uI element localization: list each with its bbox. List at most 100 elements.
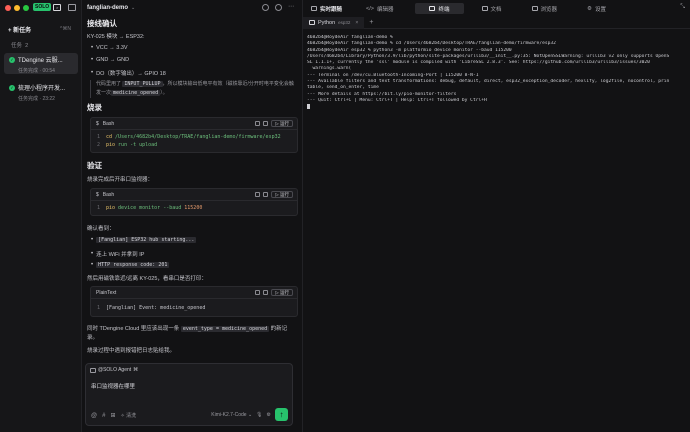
section-title-verify: 验证 xyxy=(87,161,102,170)
code-command: cd xyxy=(106,134,113,140)
list-item: GND → GND xyxy=(91,57,129,63)
code-command: pio xyxy=(106,142,116,148)
agent-switch-icon[interactable]: ⌘ xyxy=(133,367,138,373)
zoom-window-button[interactable] xyxy=(23,5,29,11)
agent-tag[interactable]: @SOLO Agent ⌘ xyxy=(90,367,138,373)
tab-terminal[interactable]: 终端 xyxy=(415,3,464,14)
inline-code: [Fanglian] ESP32 hub starting... xyxy=(96,237,197,243)
message-composer[interactable]: @SOLO Agent ⌘ 串口监视器在哪里 @ # ⊞ ✧ 清洗 Kimi-K… xyxy=(85,363,293,426)
inline-code: HTTP response code: 201 xyxy=(96,262,170,268)
task-title: TDengine 云服... xyxy=(18,58,63,64)
share-icon[interactable] xyxy=(275,4,282,11)
tab-browser[interactable]: 浏览器 xyxy=(524,3,566,14)
insert-icon[interactable] xyxy=(263,192,269,197)
close-icon[interactable]: × xyxy=(355,20,358,26)
mapping-line: KY-025 模块 → ESP32: xyxy=(87,34,145,40)
sync-text-part: 同时 TDengine Cloud 里应该出现一条 xyxy=(87,326,180,332)
chat-panel: fanglian-demo ⌄ ⋯ 接线确认 KY-025 模块 → ESP32… xyxy=(82,0,303,432)
task-item[interactable]: ✓ 梳理小程序开发... 任务完成 · 23:22 xyxy=(4,81,78,102)
run-label: 运行 xyxy=(280,192,289,197)
terminal-icon xyxy=(429,6,436,11)
task-item[interactable]: ✓ TDengine 云服... 任务完成 · 00:54 xyxy=(4,53,78,74)
terminal-tab[interactable]: Python esp32 × xyxy=(303,16,365,29)
copy-icon[interactable] xyxy=(255,290,261,295)
line-number: 1 xyxy=(96,134,100,140)
tab-docs[interactable]: 文档 xyxy=(474,3,510,14)
run-button[interactable]: ▷ 运行 xyxy=(271,289,293,296)
list-item: DO（数字输出）→ GPIO 18 xyxy=(91,69,166,77)
should-see-label: 确认看到： xyxy=(87,226,115,232)
code-block: $ Bash ▷ 运行 1 cd /Users/4682b4/Desktop/TR… xyxy=(90,117,298,153)
task-count: 任务 2 xyxy=(11,41,28,49)
terminal-tabs: Python esp32 × + xyxy=(303,16,690,29)
sync-text: 同时 TDengine Cloud 里应该出现一条 event_type = m… xyxy=(87,324,287,332)
terminal-output[interactable]: 4682b4@RoydeAir fanglian-demo % 4682b4@R… xyxy=(307,35,687,111)
terminal-cursor-line xyxy=(307,104,687,110)
code-number: 115200 xyxy=(184,205,203,211)
workspace-panel: 实时跟随 </> 编辑器 终端 文档 浏览器 ⚙ 设置 ⤡ Python esp32… xyxy=(303,0,690,432)
tab-follow[interactable]: 实时跟随 xyxy=(303,3,350,14)
insert-icon[interactable] xyxy=(263,121,269,126)
window-controls xyxy=(5,5,29,11)
terminal-icon: $ xyxy=(96,120,99,127)
send-button[interactable]: ↑ xyxy=(275,408,288,421)
agent-name: @SOLO Agent xyxy=(98,367,132,373)
run-label: 运行 xyxy=(280,121,289,126)
code-icon: </> xyxy=(366,5,374,12)
task-title: 梳理小程序开发... xyxy=(18,86,66,92)
model-name: Kimi-K2.7-Code xyxy=(211,411,247,418)
add-terminal-icon[interactable]: + xyxy=(369,19,373,26)
terminal-line: SL 1.1.1+, currently the 'ssl' module is… xyxy=(307,60,650,66)
settings-sliders-icon[interactable]: ⚙ xyxy=(267,412,271,418)
check-icon: ✓ xyxy=(9,84,15,91)
history-icon[interactable] xyxy=(262,4,269,11)
clean-mode[interactable]: ✧ 清洗 xyxy=(120,412,136,419)
composer-input[interactable]: 串口监视器在哪里 xyxy=(91,382,135,390)
closing-text: 烧录过程中遇到报错把日志贴给我。 xyxy=(87,348,176,354)
code-language: PlainText xyxy=(96,289,117,296)
sync-text-tail: 录。 xyxy=(87,335,99,341)
model-selector[interactable]: Kimi-K2.7-Code ⌄ xyxy=(211,412,252,418)
composer-tools: @ # ⊞ ✧ 清洗 xyxy=(91,412,136,420)
sidebar-toggle-icon[interactable] xyxy=(68,4,76,11)
gear-icon: ⚙ xyxy=(587,5,592,12)
tab-label: 文档 xyxy=(490,6,502,13)
microphone-icon[interactable]: 🎙 xyxy=(256,412,262,418)
section-title-flash: 烧录 xyxy=(87,103,102,112)
workspace-tabs: 实时跟随 </> 编辑器 终端 文档 浏览器 ⚙ 设置 ⤡ xyxy=(303,2,690,15)
chevron-down-icon[interactable]: ⌄ xyxy=(131,5,135,11)
tab-label: 浏览器 xyxy=(540,6,558,13)
list-item: HTTP response code: 201 xyxy=(91,262,170,268)
code-argument: run -t upload xyxy=(118,142,158,148)
new-task-button[interactable]: + 新任务 xyxy=(8,25,31,34)
close-panel-icon[interactable]: ⤡ xyxy=(680,4,685,11)
tab-label: 终端 xyxy=(438,6,450,13)
check-icon: ✓ xyxy=(9,56,15,63)
code-language: Bash xyxy=(102,191,115,198)
context-icon[interactable]: # xyxy=(102,413,105,419)
run-button[interactable]: ▷ 运行 xyxy=(271,191,293,198)
terminal-logo-icon: > xyxy=(53,3,62,11)
copy-icon[interactable] xyxy=(255,192,261,197)
sync-text-part: 的新记 xyxy=(270,326,288,332)
task-count-value: 2 xyxy=(25,43,29,49)
composer-actions: Kimi-K2.7-Code ⌄ 🎙 ⚙ ↑ xyxy=(211,408,288,421)
agent-icon xyxy=(90,367,96,373)
close-window-button[interactable] xyxy=(5,5,11,11)
list-item: 连上 WiFi 并拿到 IP xyxy=(91,250,144,258)
tab-editor[interactable]: </> 编辑器 xyxy=(358,3,401,14)
minimize-window-button[interactable] xyxy=(14,5,20,11)
tab-label: 设置 xyxy=(594,6,606,13)
quote-text: ）。 xyxy=(160,90,168,96)
copy-icon[interactable] xyxy=(255,121,261,126)
tab-settings[interactable]: ⚙ 设置 xyxy=(579,3,614,14)
code-argument: /Users/4682b4/Desktop/TRAE/fanglian-demo… xyxy=(115,134,281,140)
mention-icon[interactable]: @ xyxy=(91,413,97,419)
project-name[interactable]: fanglian-demo xyxy=(87,5,128,11)
run-button[interactable]: ▷ 运行 xyxy=(271,120,293,127)
image-icon[interactable]: ⊞ xyxy=(110,412,115,419)
more-icon[interactable]: ⋯ xyxy=(288,3,294,10)
code-text: [Fanglian] Event: medicine_opened xyxy=(106,305,206,311)
insert-icon[interactable] xyxy=(263,290,269,295)
code-command: pio xyxy=(106,205,116,211)
